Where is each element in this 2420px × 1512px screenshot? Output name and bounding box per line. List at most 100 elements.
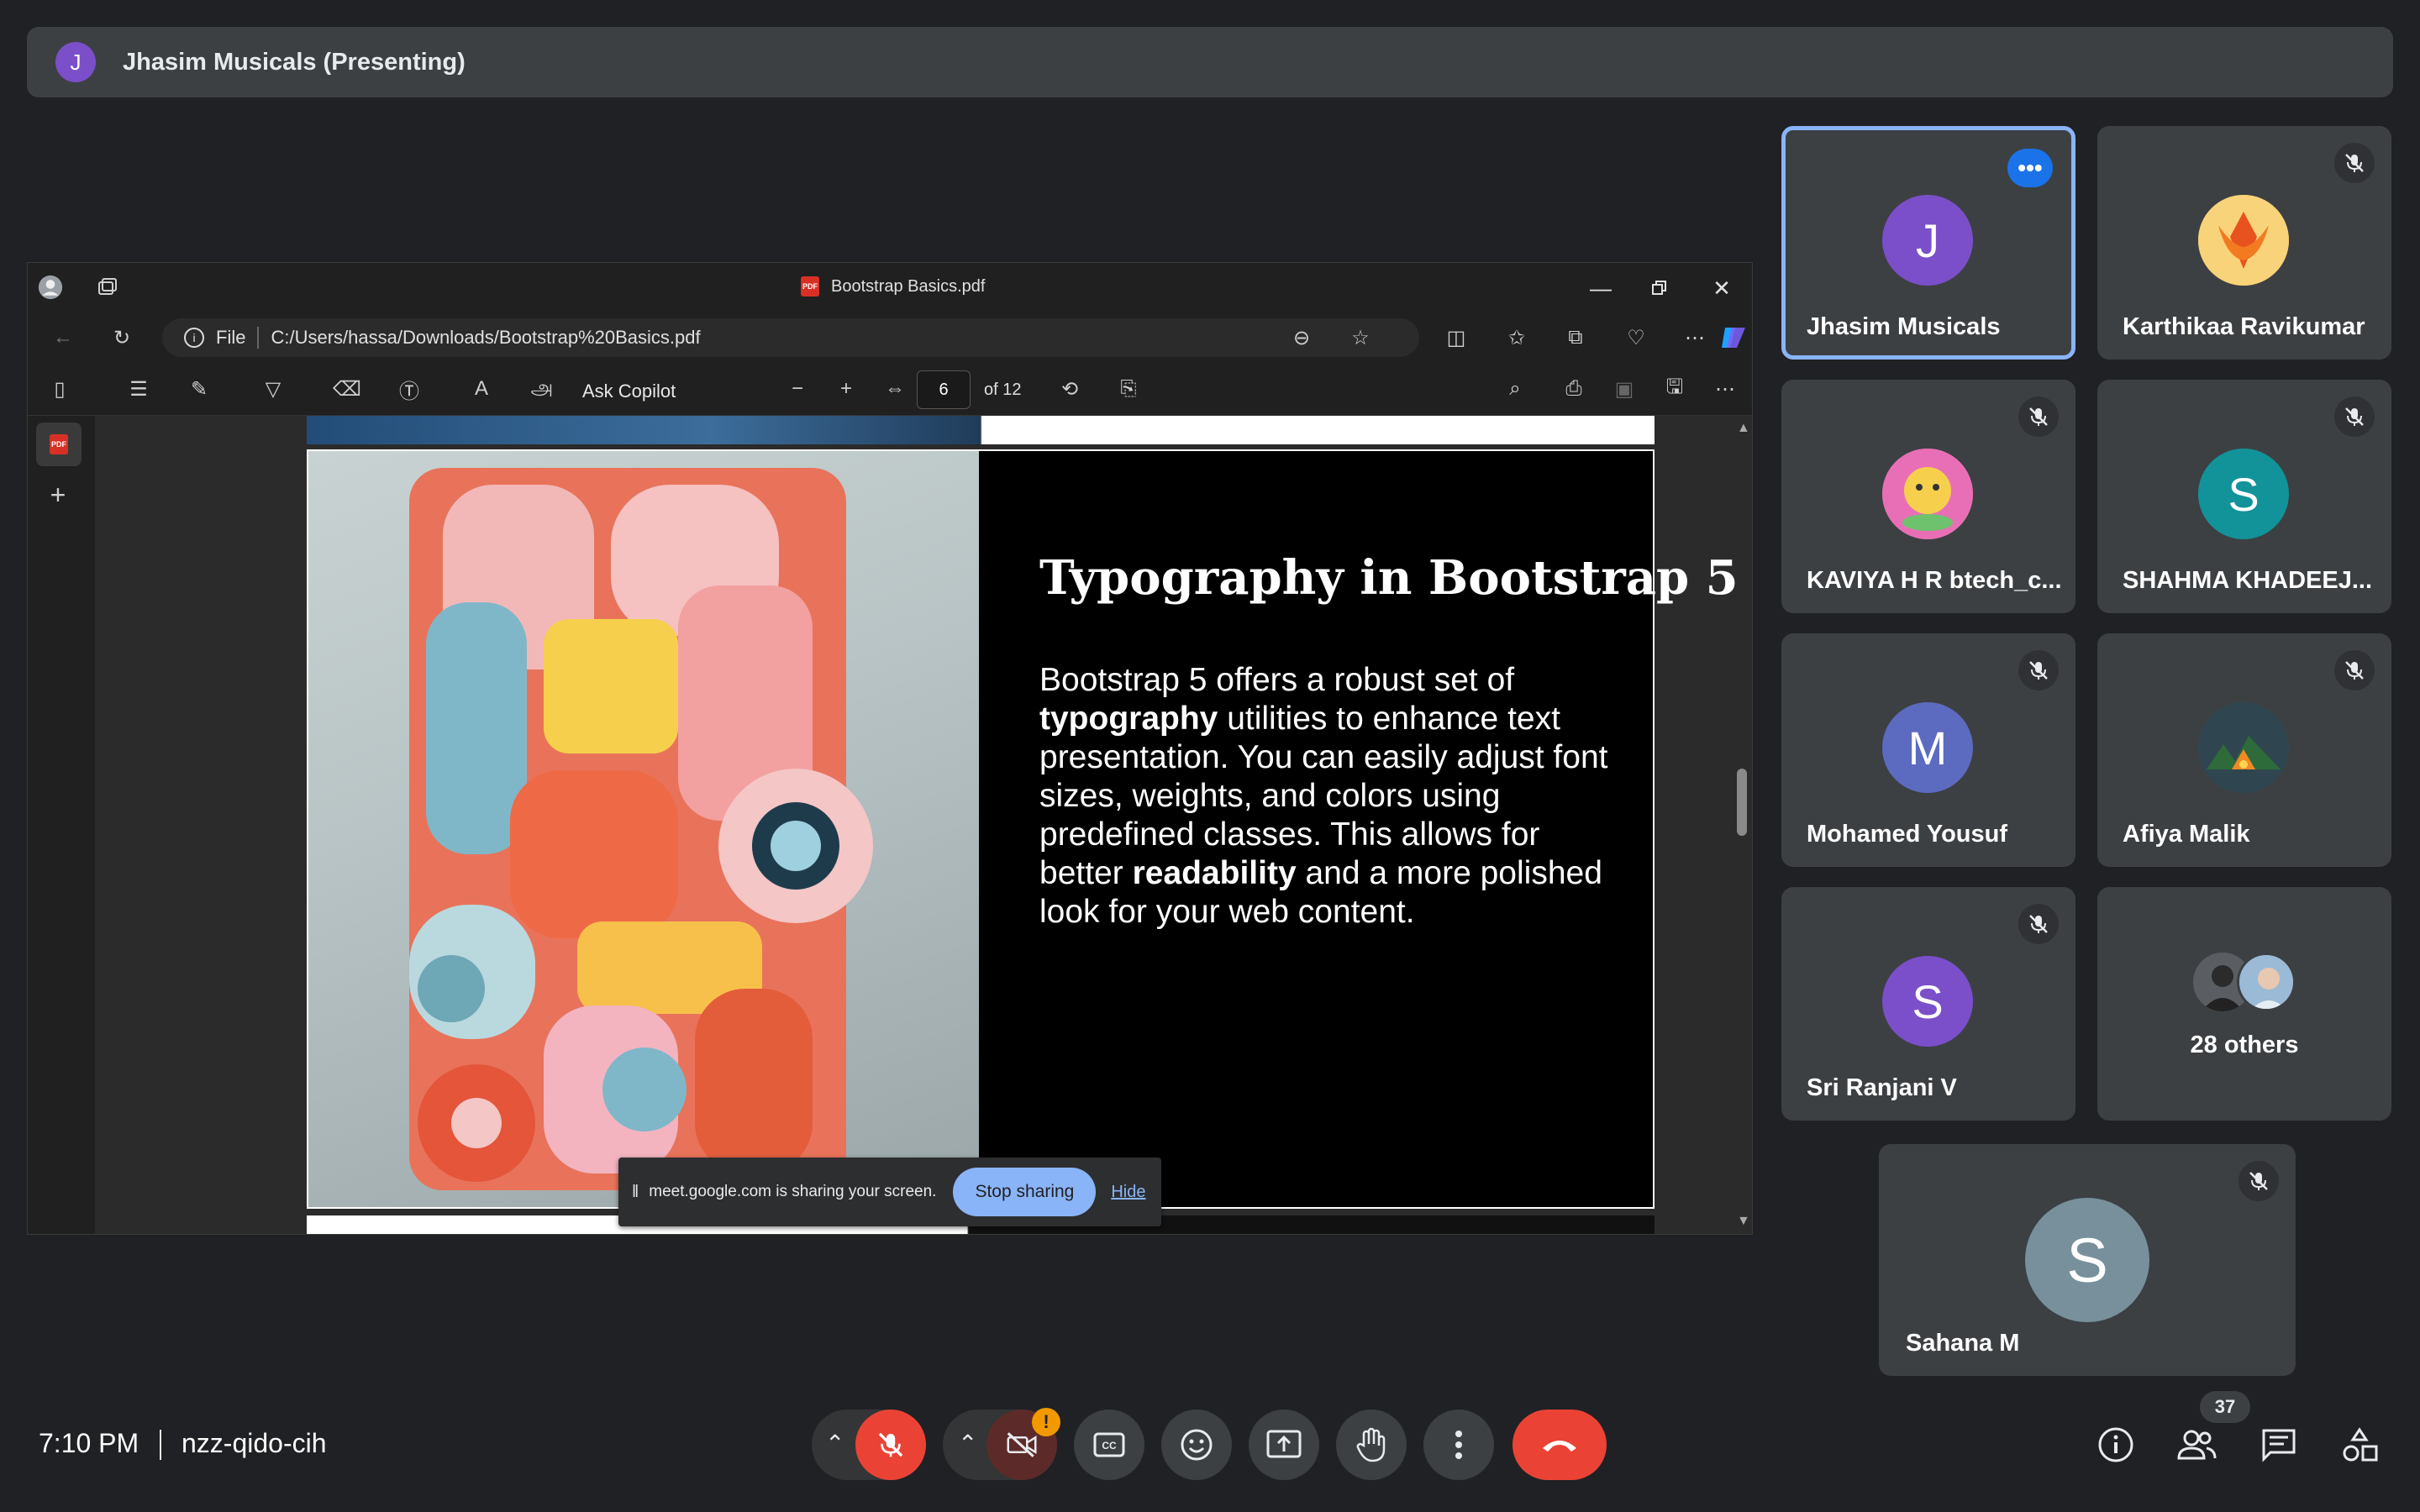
scrollbar-thumb[interactable] <box>1737 769 1747 836</box>
current-time: 7:10 PM <box>39 1428 139 1458</box>
print-icon[interactable]: ⎙ <box>1557 372 1591 406</box>
pdf-page-slide: Typography in Bootstrap 5 Bootstrap 5 of… <box>307 449 1739 1209</box>
captions-icon: CC <box>1093 1432 1125 1457</box>
participant-tile[interactable]: Afiya Malik <box>2097 633 2391 867</box>
stop-sharing-button[interactable]: Stop sharing <box>953 1168 1097 1216</box>
contents-icon[interactable]: ☰ <box>122 372 155 406</box>
zoom-icon[interactable]: ⊖ <box>1285 321 1318 354</box>
collections-icon[interactable]: ⧉ <box>1559 321 1592 354</box>
raise-hand-icon <box>1356 1427 1386 1462</box>
previous-page <box>307 416 1655 444</box>
back-icon[interactable]: ← <box>46 321 80 354</box>
page-view-icon[interactable]: ⎘ <box>1112 372 1145 406</box>
hang-up-icon <box>1543 1441 1576 1452</box>
raise-hand-button[interactable] <box>1336 1410 1407 1480</box>
browser-address-row: ← ↻ i File C:/Users/hassa/Downloads/Boot… <box>28 312 1752 364</box>
svg-text:CC: CC <box>1102 1440 1117 1452</box>
info-icon <box>2098 1427 2133 1462</box>
slide-body-bold-typography: typography <box>1039 701 1218 737</box>
save-icon[interactable]: ▣ <box>1607 372 1641 406</box>
microphone-toggle-button[interactable] <box>855 1410 926 1480</box>
page-count: of 12 <box>984 381 1022 399</box>
save-as-icon[interactable]: 🖫 <box>1658 372 1691 406</box>
split-screen-icon[interactable]: ◫ <box>1439 321 1473 354</box>
pdf-tab[interactable]: PDF <box>36 423 82 466</box>
more-pdf-icon[interactable]: ⋯ <box>1708 372 1742 406</box>
participant-tile[interactable]: S Sri Ranjani V <box>1781 887 2075 1121</box>
participant-tile[interactable]: S SHAHMA KHADEEJ... <box>2097 380 2391 613</box>
participant-tile[interactable]: S Sahana M <box>1879 1144 2296 1376</box>
participant-avatar: M <box>1882 702 1973 793</box>
chat-button[interactable] <box>2257 1423 2301 1467</box>
captions-button[interactable]: CC <box>1074 1410 1144 1480</box>
minimize-icon[interactable]: — <box>1584 271 1618 305</box>
present-screen-button[interactable] <box>1249 1410 1319 1480</box>
activities-button[interactable] <box>2338 1423 2381 1467</box>
copilot-icon[interactable] <box>1717 321 1750 354</box>
add-text-icon[interactable]: Ⓣ <box>392 372 426 406</box>
scroll-down-icon[interactable]: ▼ <box>1737 1214 1750 1229</box>
camera-warning-icon: ! <box>1032 1408 1060 1436</box>
workspaces-icon[interactable] <box>95 275 120 300</box>
leave-call-button[interactable] <box>1512 1410 1607 1480</box>
more-options-button[interactable] <box>1423 1410 1494 1480</box>
profile-icon[interactable] <box>38 275 63 300</box>
people-count-badge: 37 <box>2200 1391 2250 1423</box>
translate-icon[interactable]: அ <box>525 372 559 406</box>
rotate-icon[interactable]: ⟲ <box>1053 372 1086 406</box>
favorites-icon[interactable]: ✩ <box>1500 321 1534 354</box>
zoom-out-icon[interactable]: − <box>781 372 814 406</box>
pdf-file-icon: PDF <box>801 276 819 297</box>
sidebar-toggle-icon[interactable]: ▯ <box>43 372 76 406</box>
pdf-document-area: Typography in Bootstrap 5 Bootstrap 5 of… <box>95 416 1752 1234</box>
others-tile[interactable]: 28 others <box>2097 887 2391 1121</box>
participant-tile[interactable]: KAVIYA H R btech_c... <box>1781 380 2075 613</box>
info-icon[interactable]: i <box>184 328 204 348</box>
zoom-in-icon[interactable]: + <box>829 372 863 406</box>
more-browser-icon[interactable]: ⋯ <box>1678 321 1712 354</box>
draw-icon[interactable]: ▽ <box>256 372 290 406</box>
slide-body: Bootstrap 5 offers a robust set of typog… <box>1039 661 1628 932</box>
participant-tile[interactable]: M Mohamed Yousuf <box>1781 633 2075 867</box>
more-options-icon[interactable]: ••• <box>2007 149 2053 187</box>
people-button[interactable] <box>2175 1423 2218 1467</box>
participant-name: KAVIYA H R btech_c... <box>1807 567 2062 594</box>
participant-name: Afiya Malik <box>2123 821 2250 848</box>
vertical-tab-rail: PDF + <box>28 416 95 1234</box>
health-icon[interactable]: ♡ <box>1619 321 1653 354</box>
pdf-tab-icon: PDF <box>50 434 68 454</box>
video-options-chevron-icon[interactable]: ⌃ <box>958 1430 977 1457</box>
scroll-up-icon[interactable]: ▲ <box>1737 421 1750 436</box>
participant-tile[interactable]: Karthikaa Ravikumar <box>2097 126 2391 360</box>
search-icon[interactable]: ⌕ <box>1498 372 1532 406</box>
presenter-avatar: J <box>55 42 96 82</box>
read-aloud-icon[interactable]: A <box>465 372 498 406</box>
window-title-text: Bootstrap Basics.pdf <box>831 276 986 296</box>
participant-tile[interactable]: J ••• Jhasim Musicals <box>1781 126 2075 360</box>
favorite-star-icon[interactable]: ☆ <box>1344 321 1377 354</box>
close-icon[interactable]: ✕ <box>1705 271 1739 305</box>
people-icon <box>2177 1430 2217 1460</box>
fit-page-icon[interactable]: ⇔ <box>878 372 912 406</box>
meeting-code: nzz-qido-cih <box>182 1428 327 1458</box>
emoji-icon <box>1181 1429 1213 1461</box>
hide-link[interactable]: Hide <box>1111 1183 1145 1202</box>
meeting-details-button[interactable] <box>2094 1423 2138 1467</box>
reactions-button[interactable] <box>1161 1410 1232 1480</box>
restore-icon[interactable] <box>1643 271 1676 305</box>
window-title-bar: PDF Bootstrap Basics.pdf — ✕ <box>28 263 1752 312</box>
erase-icon[interactable]: ⌫ <box>330 372 364 406</box>
refresh-icon[interactable]: ↻ <box>105 321 139 354</box>
slide-title: Typography in Bootstrap 5 <box>1039 550 1739 606</box>
new-tab-icon[interactable]: + <box>41 478 75 512</box>
more-vert-icon <box>1455 1431 1462 1459</box>
page-number-input[interactable] <box>917 370 971 409</box>
mic-muted-icon <box>2334 650 2375 690</box>
address-bar[interactable]: i File C:/Users/hassa/Downloads/Bootstra… <box>162 318 1419 357</box>
time-divider <box>160 1430 161 1460</box>
address-divider <box>257 327 260 349</box>
highlight-icon[interactable]: ✎ <box>182 372 216 406</box>
ask-copilot-button[interactable]: Ask Copilot <box>582 381 676 402</box>
audio-options-chevron-icon[interactable]: ⌃ <box>825 1430 844 1457</box>
chat-icon <box>2262 1429 2296 1462</box>
